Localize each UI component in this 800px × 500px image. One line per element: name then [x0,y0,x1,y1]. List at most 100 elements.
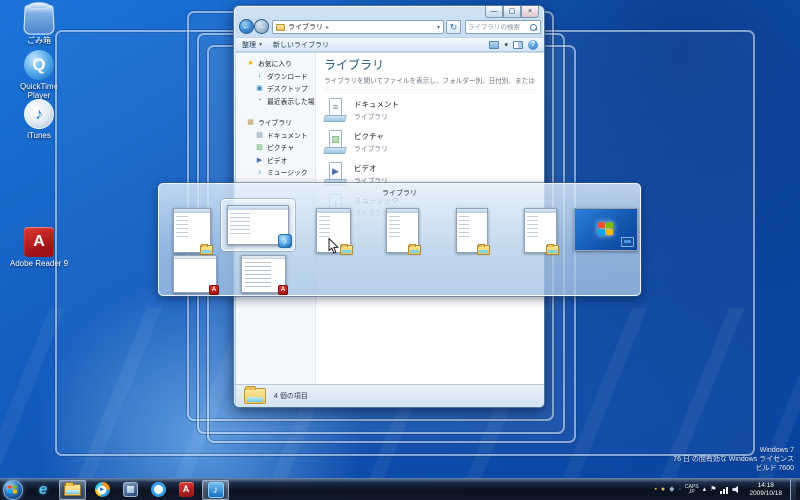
breadcrumb-item[interactable]: ライブラリ [288,22,323,32]
peek-thumbnail-desktop[interactable] [574,208,638,251]
new-library-button[interactable]: 新しいライブラリ [273,40,329,50]
videos-icon: ▶ [256,156,263,164]
chevron-down-icon[interactable]: ▾ [504,41,508,49]
search-input[interactable] [466,23,530,31]
change-view-icon[interactable] [489,40,500,49]
taskbar-button-photo-app[interactable] [118,480,142,500]
peek-thumbnail-explorer-2-hovered[interactable]: ♪ [227,205,292,248]
peek-thumbnail-explorer-6[interactable] [524,208,559,255]
sidebar-item-downloads[interactable]: ↓ ダウンロード [236,70,315,83]
close-button[interactable]: × [521,6,539,18]
recent-places-icon: ◔ [257,97,262,105]
watermark-line: Windows 7 [759,447,794,454]
breadcrumb[interactable]: ライブラリ ▸ ▾ [272,20,444,34]
system-tray: ▪ ● ◆ ▫ CAPS JP ▴ ⚑ 14:18 2009/10/18 [654,478,800,500]
sidebar-item-favorites[interactable]: ★ お気に入り [236,57,315,70]
tray-app-icon[interactable]: ◆ [669,486,674,494]
library-item-type: ライブラリ [354,145,388,153]
library-folder-icon [244,386,266,404]
videos-library-icon: ▶ [323,161,347,186]
internet-explorer-icon: e [38,481,48,498]
page-title: ライブラリ [324,58,385,72]
library-folder-icon [276,23,285,31]
download-icon: ↓ [257,72,262,80]
recycle-bin-icon [23,4,55,35]
taskbar-button-internet-explorer[interactable]: e [31,480,55,500]
pictures-library-icon: ▨ [323,129,347,154]
taskbar-button-explorer-active[interactable] [59,479,86,500]
tray-app-icon[interactable]: ● [661,486,665,494]
explorer-folder-icon [64,481,81,496]
page-subtitle: ライブラリを開いてファイルを表示し、フォルダー別、日付別、またはその他... [324,75,536,90]
media-player-icon [94,482,110,497]
peek-thumbnail-explorer-4[interactable] [386,208,421,255]
sidebar-item-videos[interactable]: ▶ ビデオ [236,154,315,167]
adobe-reader-icon: A [178,482,194,497]
library-item-name: ドキュメント [354,99,399,109]
sidebar-item-music[interactable]: ♪ ミュージック [236,166,315,179]
organize-button[interactable]: 整理 ▼ [242,40,263,50]
show-hidden-icons-button[interactable]: ▴ [703,486,707,494]
preview-pane-icon[interactable] [513,40,523,49]
sidebar-item-label: ダウンロード [267,73,308,81]
folder-badge-icon [340,244,353,255]
show-desktop-button[interactable] [790,478,796,500]
taskbar-clock[interactable]: 14:18 2009/10/18 [745,482,786,498]
taskbar: e A ♪ ▪ ● ◆ ▫ CAPS JP ▴ [0,478,800,500]
minimize-button[interactable]: — [485,6,503,18]
address-bar: ← → ライブラリ ▸ ▾ ↻ [234,18,544,36]
tray-app-icon[interactable]: ▪ [654,486,656,494]
desktop-icon: ▣ [256,85,263,93]
refresh-button[interactable]: ↻ [446,20,461,34]
clock-time: 14:18 [757,481,774,489]
peek-thumbnail-reader-1[interactable]: A [173,255,219,295]
taskbar-button-itunes-open[interactable]: ♪ [202,479,229,500]
folder-badge-icon [200,244,213,255]
ime-language-indicator[interactable]: CAPS JP [685,484,699,495]
breadcrumb-separator-icon: ▸ [326,24,330,31]
sidebar-item-documents[interactable]: ▤ ドキュメント [236,129,315,142]
library-item-documents[interactable]: ≡ ドキュメント ライブラリ [323,97,536,122]
pictures-icon: ▨ [256,144,263,152]
build-watermark: Windows 7 76 日 の間有効な Windows ライセンス ビルド 7… [673,446,794,473]
window-caption-buttons: — ▢ × [485,6,539,18]
forward-button[interactable]: → [254,19,269,34]
thumbnail-group-title: ライブラリ [382,190,417,197]
peek-thumbnail-explorer-1[interactable] [173,208,213,255]
taskbar-button-adobe-reader[interactable]: A [174,480,198,500]
quicktime-icon [150,482,166,497]
star-icon: ★ [247,60,254,68]
sidebar-item-label: ミュージック [267,170,308,178]
peek-thumbnail-reader-2[interactable]: A [241,255,288,295]
folder-badge-icon [408,244,421,255]
libraries-icon: ▦ [247,119,254,127]
items-count: 4 個の項目 [274,393,308,400]
maximize-button[interactable]: ▢ [503,6,521,18]
sidebar-item-libraries[interactable]: ▦ ライブラリ [236,116,315,129]
chevron-down-icon[interactable]: ▾ [437,24,440,31]
volume-icon[interactable] [732,485,739,494]
network-icon[interactable] [720,486,729,494]
adobe-badge-icon: A [209,285,219,295]
help-icon[interactable]: ? [528,39,538,50]
clock-date: 2009/10/18 [749,489,782,497]
peek-thumbnail-explorer-5[interactable] [456,208,490,255]
back-button[interactable]: ← [239,19,254,34]
windows-flag-icon [598,221,614,236]
taskbar-button-quicktime[interactable] [146,480,170,500]
photo-app-icon [122,482,138,497]
library-item-pictures[interactable]: ▨ ピクチャ ライブラリ [323,129,536,154]
quicktime-icon: Q [24,50,54,80]
tray-app-icon[interactable]: ▫ [679,486,681,494]
taskbar-button-media-player[interactable] [90,480,114,500]
search-box[interactable] [465,20,541,34]
monitor-icon [621,237,634,247]
action-center-flag-icon[interactable]: ⚑ [710,486,716,494]
start-button[interactable] [3,479,23,500]
watermark-line: 76 日 の間有効な Windows ライセンス [673,456,794,463]
library-item-type: ライブラリ [354,113,388,121]
itunes-badge-icon: ♪ [278,234,292,248]
sidebar-item-pictures[interactable]: ▨ ピクチャ [236,141,315,154]
sidebar-item-desktop[interactable]: ▣ デスクトップ [236,82,315,95]
sidebar-item-recent-places[interactable]: ◔ 最近表示した場所 [236,95,315,108]
